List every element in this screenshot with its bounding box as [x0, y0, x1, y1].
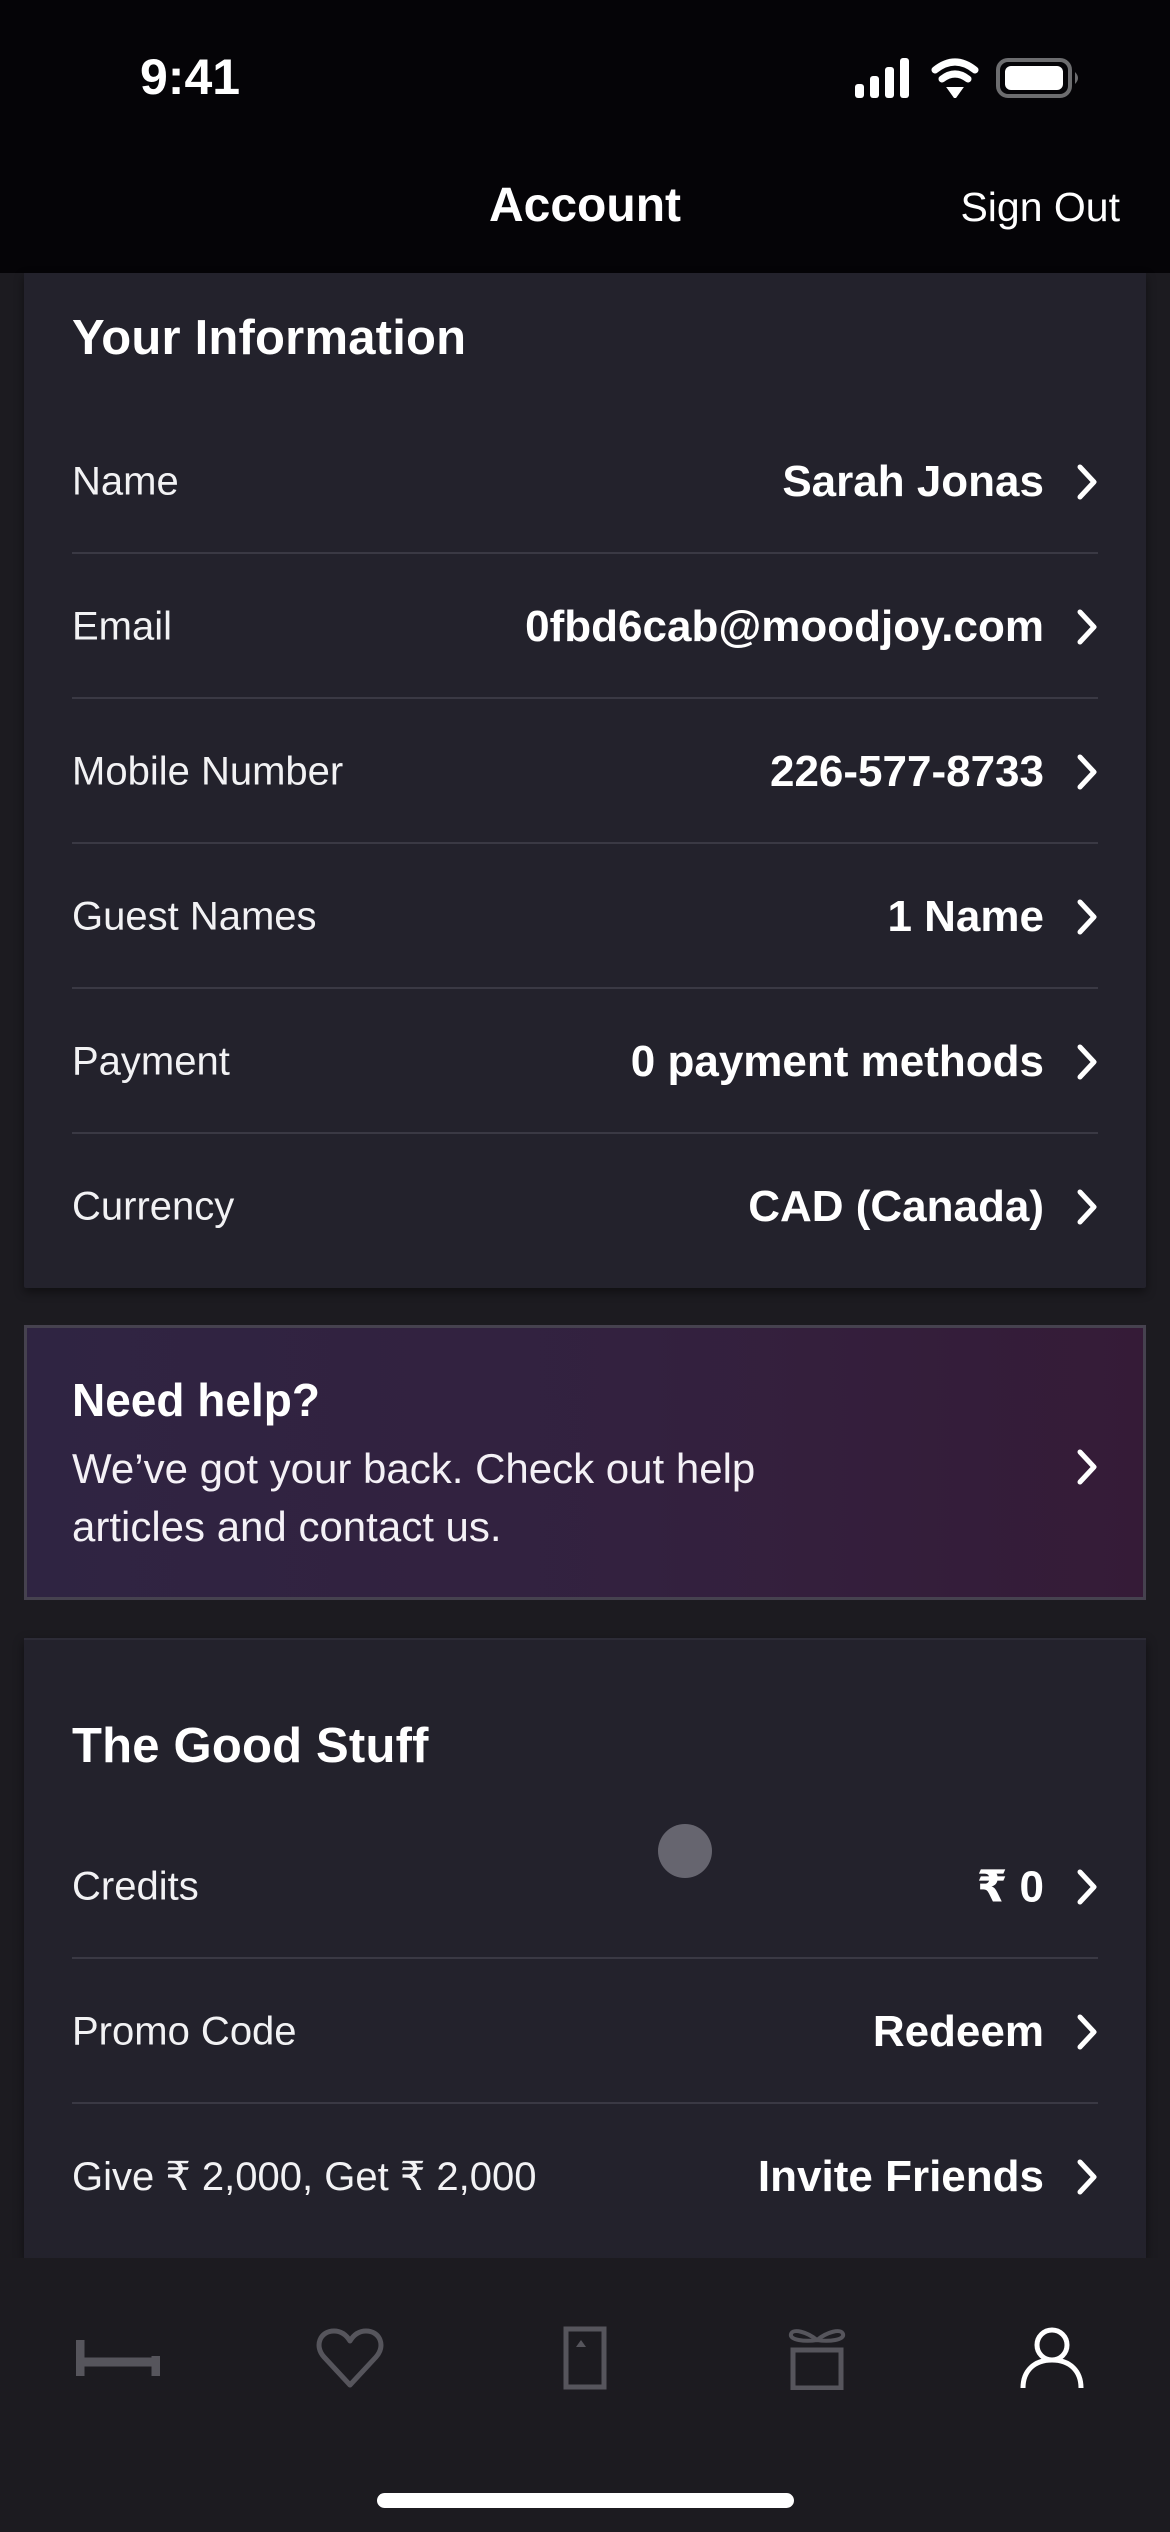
tab-bar [0, 2258, 1170, 2532]
row-label: Payment [72, 1039, 230, 1083]
bed-icon [76, 2340, 160, 2376]
row-label: Credits [72, 1864, 199, 1908]
row-value: ₹ 0 [976, 1862, 1044, 1911]
good-stuff-card: The Good Stuff Credits ₹ 0 Promo Code Redee… [24, 1638, 1146, 2258]
list-item[interactable]: Give ₹ 2,000, Get ₹ 2,000 Invite Friends [72, 2104, 1098, 2249]
row-label: Guest Names [72, 894, 317, 938]
sign-out-button[interactable]: Sign Out [960, 184, 1120, 231]
status-icons [855, 58, 1095, 100]
need-help-card[interactable]: Need help? We’ve got your back. Check ou… [24, 1325, 1146, 1600]
row-value: 0fbd6cab@moodjoy.com [525, 601, 1044, 651]
row-value: 226-577-8733 [769, 746, 1044, 796]
heart-icon [316, 2328, 384, 2388]
list-item[interactable]: Payment 0 payment methods [72, 989, 1098, 1134]
list-item[interactable]: Credits ₹ 0 [72, 1814, 1098, 1959]
list-item[interactable]: Name Sarah Jonas [72, 409, 1098, 554]
gift-icon [788, 2329, 846, 2390]
row-label: Name [72, 459, 179, 503]
chevron-right-icon [1077, 2014, 1097, 2049]
help-title: Need help? [72, 1374, 320, 1426]
row-value: Redeem [872, 2006, 1044, 2056]
tab-favorites[interactable] [290, 2318, 410, 2398]
status-time: 9:41 [140, 49, 241, 105]
section-title: Your Information [72, 311, 467, 365]
row-value: Sarah Jonas [782, 456, 1044, 506]
list-item[interactable]: Currency CAD (Canada) [72, 1134, 1098, 1279]
your-information-card: Your Information Name Sarah Jonas Email 0fb… [24, 273, 1146, 1288]
chevron-right-icon [1077, 899, 1097, 934]
chevron-right-icon [1077, 754, 1097, 789]
person-icon [1020, 2327, 1084, 2389]
section-title: The Good Stuff [72, 1719, 429, 1773]
row-label: Currency [72, 1184, 235, 1228]
tab-stays[interactable] [58, 2318, 178, 2398]
row-label: Email [72, 604, 173, 648]
help-description: We’ve got your back. Check out help arti… [72, 1445, 756, 1550]
chevron-right-icon [1077, 1869, 1097, 1904]
chevron-right-icon [1077, 2159, 1097, 2194]
chevron-right-icon [1077, 609, 1097, 644]
chevron-right-icon [1077, 1449, 1097, 1485]
battery-icon [996, 58, 1078, 98]
row-value: 0 payment methods [630, 1036, 1044, 1086]
chevron-right-icon [1077, 1189, 1097, 1224]
row-value: 1 Name [887, 891, 1044, 941]
nav-bar: Account Sign Out [0, 152, 1170, 273]
booking-door-icon [563, 2326, 607, 2390]
home-indicator [377, 2493, 794, 2508]
list-item[interactable]: Email 0fbd6cab@moodjoy.com [72, 554, 1098, 699]
list-item[interactable]: Promo Code Redeem [72, 1959, 1098, 2104]
row-label: Mobile Number [72, 749, 344, 793]
status-bar: 9:41 [0, 0, 1170, 152]
list-item[interactable]: Guest Names 1 Name [72, 844, 1098, 989]
row-label: Give ₹ 2,000, Get ₹ 2,000 [72, 2154, 537, 2199]
chevron-right-icon [1077, 1044, 1097, 1079]
cellular-signal-icon [855, 58, 909, 98]
wifi-icon [931, 58, 979, 100]
tab-account[interactable] [992, 2318, 1112, 2398]
touch-indicator [658, 1824, 712, 1878]
chevron-right-icon [1077, 464, 1097, 499]
row-label: Promo Code [72, 2009, 297, 2053]
tab-gifts[interactable] [757, 2318, 877, 2398]
row-value: CAD (Canada) [748, 1181, 1044, 1231]
tab-bookings[interactable] [525, 2318, 645, 2398]
row-value: Invite Friends [757, 2151, 1044, 2201]
list-item[interactable]: Mobile Number 226-577-8733 [72, 699, 1098, 844]
